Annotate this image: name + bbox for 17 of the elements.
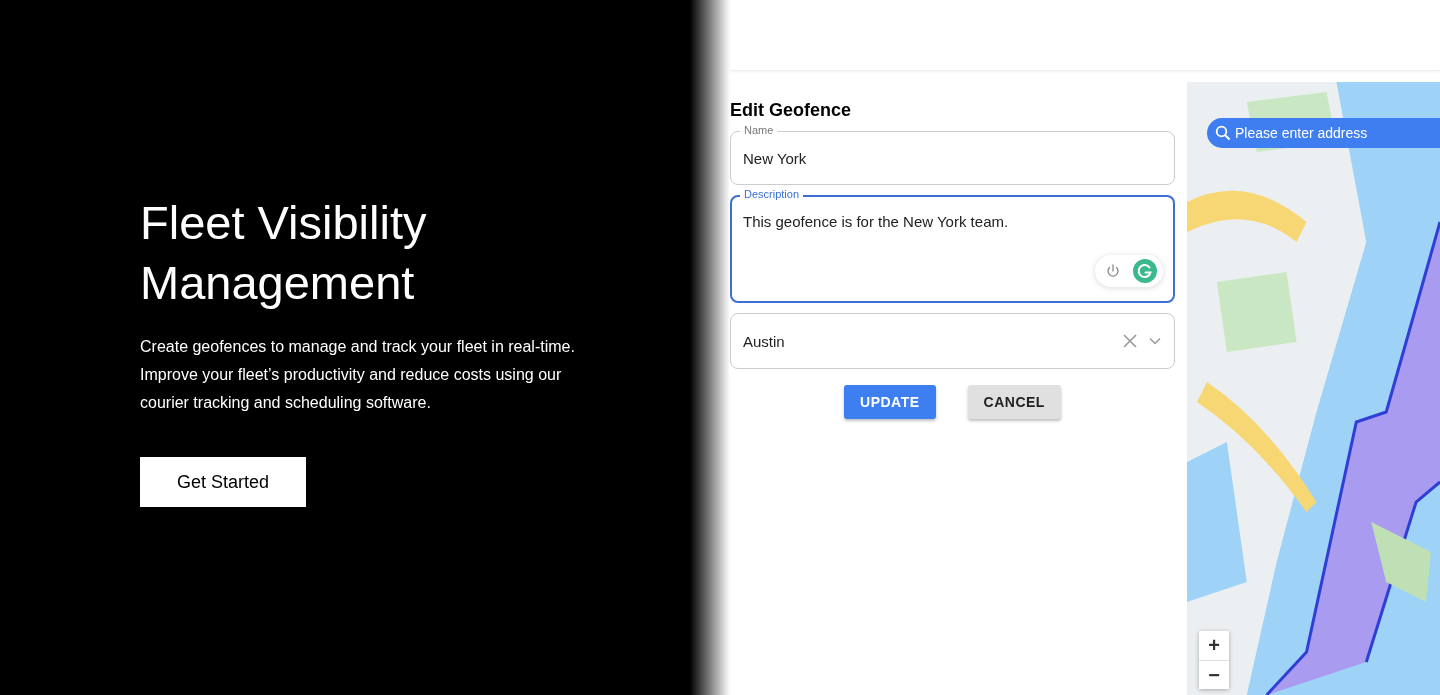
- zoom-out-button[interactable]: −: [1199, 660, 1229, 689]
- hero-title: Fleet Visibility Management: [140, 195, 428, 311]
- power-icon[interactable]: [1105, 263, 1121, 279]
- hero-description: Create geofences to manage and track your fleet in real-time. Improve your fleet’s productivity and reduce costs using our courier tracking and scheduling software.: [140, 337, 576, 413]
- grammar-widget[interactable]: [1095, 255, 1163, 287]
- get-started-button[interactable]: Get Started: [140, 457, 306, 507]
- field-label: Name: [740, 124, 778, 137]
- update-button[interactable]: UPDATE: [844, 385, 936, 419]
- city-select[interactable]: Austin: [730, 313, 1175, 369]
- zoom-in-button[interactable]: +: [1199, 631, 1229, 660]
- grammar-icon[interactable]: [1133, 259, 1157, 283]
- search-icon: [1215, 125, 1231, 141]
- clear-icon[interactable]: [1122, 333, 1138, 349]
- form-title: Edit Geofence: [730, 100, 853, 121]
- cancel-button[interactable]: CANCEL: [967, 385, 1061, 419]
- field-label: Description: [740, 188, 804, 201]
- address-search-field[interactable]: Please enter address: [1207, 118, 1440, 148]
